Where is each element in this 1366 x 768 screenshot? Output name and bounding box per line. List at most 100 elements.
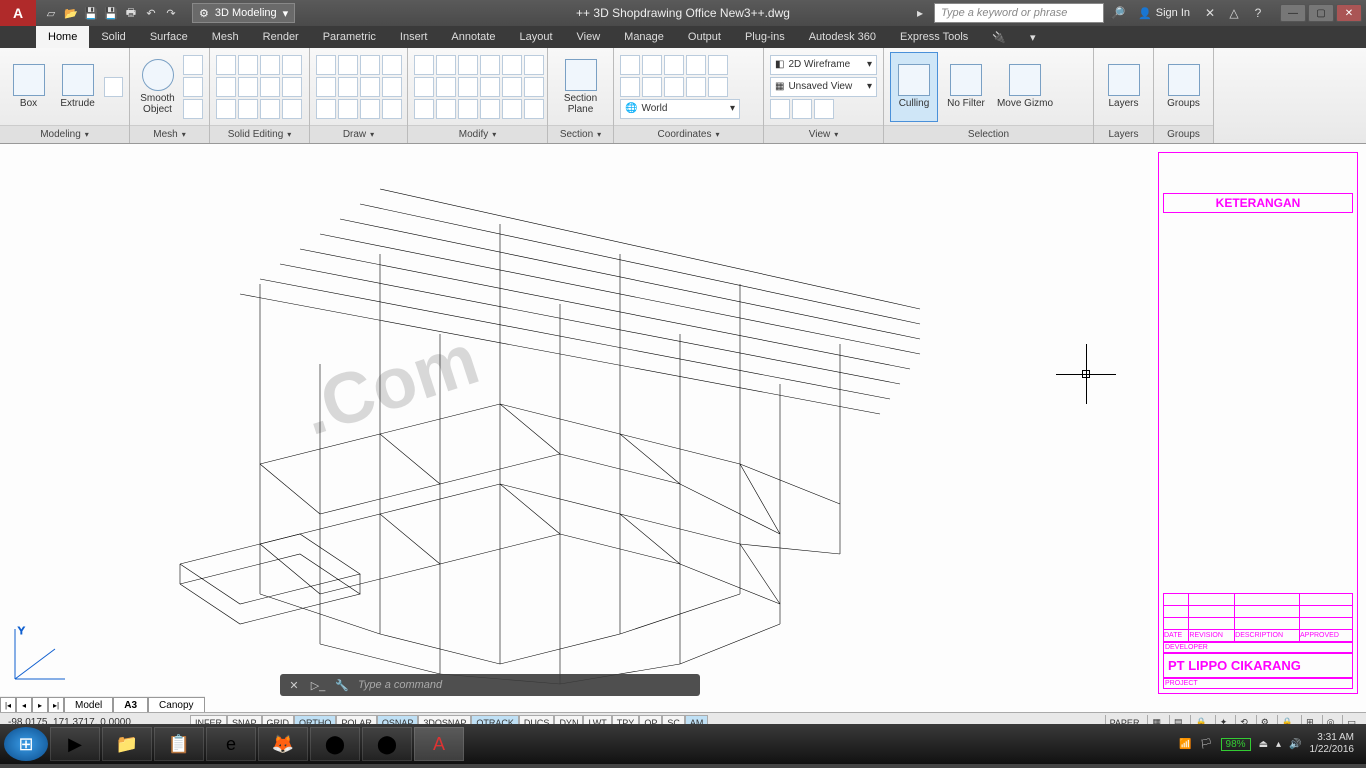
tab-home[interactable]: Home: [36, 26, 89, 48]
mod-icon[interactable]: [414, 55, 434, 75]
layout-tab-model[interactable]: Model: [64, 697, 113, 713]
toggle-am[interactable]: AM: [685, 715, 709, 725]
draw-icon[interactable]: [316, 99, 336, 119]
taskbar-explorer[interactable]: 📁: [102, 727, 152, 761]
annotation-scale-icon[interactable]: 🔒: [1190, 715, 1210, 725]
quick-props-icon[interactable]: ▤: [1169, 715, 1187, 725]
se-icon[interactable]: [282, 77, 302, 97]
tab-insert[interactable]: Insert: [388, 26, 440, 48]
ucs-icon[interactable]: [686, 77, 706, 97]
ucs-icon[interactable]: [620, 77, 640, 97]
toggle-snap[interactable]: SNAP: [227, 715, 262, 725]
mod-icon[interactable]: [436, 77, 456, 97]
toggle-osnap[interactable]: OSNAP: [377, 715, 419, 725]
ucs-icon[interactable]: [664, 77, 684, 97]
draw-icon[interactable]: [382, 77, 402, 97]
gizmo-button[interactable]: Move Gizmo: [994, 52, 1056, 122]
draw-icon[interactable]: [316, 77, 336, 97]
tab-annotate[interactable]: Annotate: [439, 26, 507, 48]
tab-manage[interactable]: Manage: [612, 26, 676, 48]
toolbar-lock-icon[interactable]: 🔒: [1277, 715, 1297, 725]
extrude-button[interactable]: Extrude: [55, 52, 100, 122]
mod-icon[interactable]: [458, 77, 478, 97]
saveas-icon[interactable]: 💾: [102, 4, 120, 22]
cmd-close-icon[interactable]: ✕: [286, 677, 302, 693]
close-button[interactable]: ✕: [1336, 4, 1362, 22]
groups-button[interactable]: Groups: [1160, 52, 1207, 122]
toggle-otrack[interactable]: OTRACK: [471, 715, 519, 725]
se-icon[interactable]: [216, 99, 236, 119]
save-icon[interactable]: 💾: [82, 4, 100, 22]
mod-icon[interactable]: [524, 77, 544, 97]
mod-icon[interactable]: [458, 99, 478, 119]
panel-title-section[interactable]: Section▾: [548, 125, 613, 143]
help-search-input[interactable]: Type a keyword or phrase: [934, 3, 1104, 23]
mod-icon[interactable]: [414, 77, 434, 97]
binoculars-icon[interactable]: 🔎: [1108, 3, 1128, 23]
isolate-objects-icon[interactable]: ◎: [1322, 715, 1339, 725]
mod-icon[interactable]: [436, 55, 456, 75]
cmd-config-icon[interactable]: 🔧: [334, 677, 350, 693]
nofilter-button[interactable]: No Filter: [942, 52, 990, 122]
cloud-icon[interactable]: △: [1224, 3, 1244, 23]
se-icon[interactable]: [238, 55, 258, 75]
grid-display-icon[interactable]: ▦: [1147, 715, 1165, 725]
workspace-switch-icon[interactable]: ⚙: [1256, 715, 1273, 725]
redo-icon[interactable]: ↷: [162, 4, 180, 22]
toggle-tpy[interactable]: TPY: [612, 715, 640, 725]
smooth-object-button[interactable]: Smooth Object: [136, 52, 179, 122]
box-button[interactable]: Box: [6, 52, 51, 122]
tray-action-icon[interactable]: 🏳: [1200, 739, 1213, 750]
tab-view[interactable]: View: [565, 26, 613, 48]
taskbar-autocad[interactable]: A: [414, 727, 464, 761]
minimize-button[interactable]: —: [1280, 4, 1306, 22]
tray-safely-remove-icon[interactable]: ⏏: [1259, 739, 1268, 750]
mesh-icon-1[interactable]: [183, 55, 203, 75]
new-icon[interactable]: ▱: [42, 4, 60, 22]
view-icon[interactable]: [770, 99, 790, 119]
tab-mesh[interactable]: Mesh: [200, 26, 251, 48]
se-icon[interactable]: [260, 99, 280, 119]
panel-title-modeling[interactable]: Modeling▾: [0, 125, 129, 143]
tray-volume-icon[interactable]: 🔊: [1289, 739, 1301, 750]
panel-title-mesh[interactable]: Mesh▾: [130, 125, 209, 143]
tray-battery[interactable]: 98%: [1221, 738, 1251, 751]
start-button[interactable]: ⊞: [4, 727, 48, 761]
draw-icon[interactable]: [360, 55, 380, 75]
mod-icon[interactable]: [480, 99, 500, 119]
space-toggle[interactable]: PAPER: [1105, 715, 1144, 725]
toggle-lwt[interactable]: LWT: [583, 715, 611, 725]
se-icon[interactable]: [238, 77, 258, 97]
tab-surface[interactable]: Surface: [138, 26, 200, 48]
ribbon-options-icon[interactable]: ▾: [1018, 26, 1048, 48]
layout-first-icon[interactable]: |◂: [0, 697, 16, 713]
command-line[interactable]: ✕ ▷_ 🔧 Type a command: [280, 674, 700, 696]
ucs-icon[interactable]: [708, 77, 728, 97]
plot-icon[interactable]: 🖶: [122, 4, 140, 22]
mod-icon[interactable]: [524, 55, 544, 75]
tab-layout[interactable]: Layout: [507, 26, 564, 48]
ucs-icon[interactable]: [664, 55, 684, 75]
ucs-icon[interactable]: [642, 55, 662, 75]
tray-network-icon[interactable]: 📶: [1179, 739, 1191, 750]
mod-icon[interactable]: [502, 77, 522, 97]
layout-last-icon[interactable]: ▸|: [48, 697, 64, 713]
tab-expresstools[interactable]: Express Tools: [888, 26, 980, 48]
app-logo[interactable]: A: [0, 0, 36, 26]
culling-button[interactable]: Culling: [890, 52, 938, 122]
draw-icon[interactable]: [382, 99, 402, 119]
se-icon[interactable]: [216, 55, 236, 75]
mod-icon[interactable]: [480, 55, 500, 75]
tab-output[interactable]: Output: [676, 26, 733, 48]
taskbar-ie[interactable]: e: [206, 727, 256, 761]
hardware-accel-icon[interactable]: ⊞: [1301, 715, 1318, 725]
layout-tab-canopy[interactable]: Canopy: [148, 697, 204, 713]
toggle-ortho[interactable]: ORTHO: [294, 715, 336, 725]
help-icon[interactable]: ?: [1248, 3, 1268, 23]
toggle-grid[interactable]: GRID: [262, 715, 295, 725]
draw-icon[interactable]: [360, 99, 380, 119]
mod-icon[interactable]: [502, 99, 522, 119]
view-icon[interactable]: [792, 99, 812, 119]
mod-icon[interactable]: [524, 99, 544, 119]
draw-icon[interactable]: [382, 55, 402, 75]
